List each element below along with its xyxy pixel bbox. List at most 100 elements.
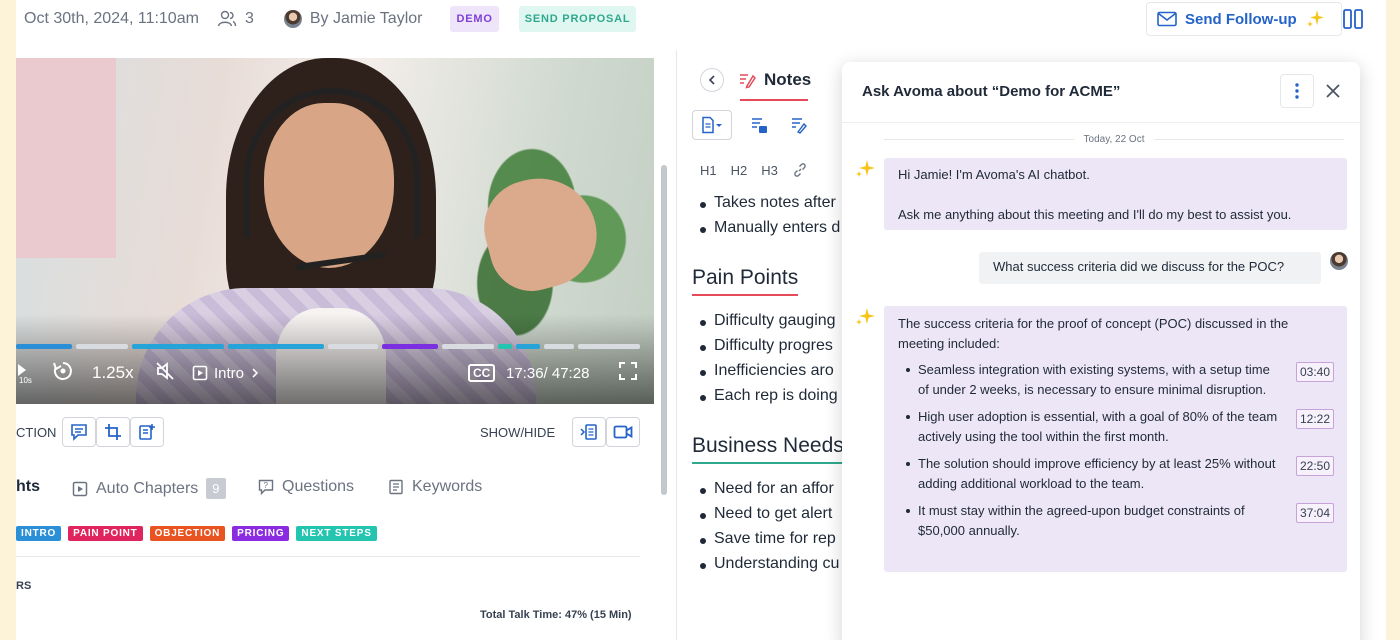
timestamp-link[interactable]: 37:04 (1296, 503, 1334, 523)
tab-highlights-label: hts (16, 478, 40, 495)
tab-highlights[interactable]: hts (16, 478, 40, 496)
criterion-text: The solution should improve efficiency b… (918, 456, 1276, 491)
bot-greeting-line-1: Hi Jamie! I'm Avoma's AI chatbot. (898, 167, 1090, 182)
svg-text:10s: 10s (19, 376, 32, 384)
columns-icon (1343, 9, 1363, 29)
progress-segment (132, 344, 224, 349)
toggle-transcript-button[interactable] (572, 417, 606, 447)
pain-points-section: Pain Points (692, 266, 842, 296)
tab-auto-chapters-label: Auto Chapters (96, 479, 199, 497)
insert-note-button[interactable] (742, 110, 776, 140)
business-needs-heading: Business Needs (692, 434, 842, 464)
timestamp-link[interactable]: 03:40 (1296, 362, 1334, 382)
format-h1-button[interactable]: H1 (700, 163, 717, 178)
attendees[interactable]: 3 (217, 10, 254, 28)
notes-editor[interactable]: Takes notes after Manually enters d Pain… (692, 190, 842, 640)
progress-segment (498, 344, 512, 349)
timestamp-link[interactable]: 22:50 (1296, 456, 1334, 476)
section-divider (16, 556, 640, 557)
replay-icon (53, 361, 72, 380)
list-item: High user adoption is essential, with a … (898, 407, 1335, 447)
tab-questions[interactable]: ? Questions (258, 478, 354, 496)
list-item: Need to get alert (692, 505, 842, 530)
playback-speed[interactable]: 1.25x (92, 363, 134, 383)
fullscreen-button[interactable] (618, 361, 638, 386)
user-question-message: What success criteria did we discuss for… (979, 252, 1321, 284)
list-item: Need for an affor (692, 480, 842, 505)
panel-layout-button[interactable] (1342, 2, 1364, 36)
note-plus-icon (139, 424, 155, 440)
more-vertical-icon (1295, 83, 1299, 99)
notes-tab-label: Notes (764, 70, 812, 89)
bot-greeting-message: Hi Jamie! I'm Avoma's AI chatbot. Ask me… (884, 158, 1347, 230)
link-icon[interactable] (792, 162, 808, 178)
list-lock-icon (752, 118, 767, 133)
format-h2-button[interactable]: H2 (731, 163, 748, 178)
list-item: Understanding cu (692, 555, 842, 580)
clip-button[interactable] (96, 417, 130, 447)
mute-button[interactable] (154, 360, 176, 387)
toggle-video-button[interactable] (606, 417, 640, 447)
list-item: Difficulty progres (692, 337, 842, 362)
topic-chip[interactable]: PAIN POINT (68, 526, 143, 541)
topic-chip[interactable]: INTRO (16, 526, 62, 541)
replay-button[interactable] (52, 360, 74, 387)
chat-close-button[interactable] (1320, 78, 1346, 104)
captions-button[interactable]: CC (468, 364, 496, 382)
chapter-icon (192, 365, 208, 381)
list-item: Inefficiencies aro (692, 362, 842, 387)
chevron-left-icon (708, 75, 715, 85)
collapse-pane-button[interactable] (700, 68, 724, 92)
video-player[interactable]: 10s 1.25x Intro CC 17:36/ 47:28 (16, 58, 654, 404)
chat-more-button[interactable] (1280, 74, 1314, 108)
format-h3-button[interactable]: H3 (761, 163, 778, 178)
transcript-icon (580, 424, 597, 440)
list-item: It must stay within the agreed-upon budg… (898, 501, 1335, 541)
topic-chip[interactable]: OBJECTION (149, 526, 226, 541)
chapter-selector[interactable]: Intro (192, 365, 260, 382)
video-controls: 10s 1.25x Intro CC 17:36/ 47:28 (16, 358, 654, 388)
notes-header: Notes (690, 66, 860, 102)
list-item: Seamless integration with existing syste… (898, 360, 1335, 400)
progress-segment (516, 344, 540, 349)
add-note-button[interactable] (130, 417, 164, 447)
attendee-count: 3 (244, 10, 254, 27)
tag-send-proposal[interactable]: SEND PROPOSAL (518, 6, 637, 32)
playback-time: 17:36/ 47:28 (506, 364, 590, 382)
notes-list-top: Takes notes after Manually enters d (692, 194, 842, 244)
topic-chips: INTRO PAIN POINT OBJECTION PRICING NEXT STEP… (16, 526, 377, 541)
meeting-date: Oct 30th, 2024, 11:10am (24, 10, 199, 27)
rewind-button[interactable]: 10s (16, 360, 38, 387)
criterion-text: It must stay within the agreed-upon budg… (918, 503, 1245, 538)
progress-segment (228, 344, 324, 349)
show-hide-label: SHOW/HIDE (480, 425, 556, 440)
tag-demo[interactable]: DEMO (450, 6, 499, 32)
separator-line (1154, 138, 1344, 140)
date-separator: Today, 22 Oct (884, 132, 1344, 146)
people-icon (217, 10, 237, 27)
comment-button[interactable] (62, 417, 96, 447)
left-pane-scrollbar[interactable] (661, 165, 667, 495)
template-dropdown[interactable] (692, 110, 732, 140)
ai-sparkle-icon (856, 160, 875, 177)
bot-greeting-line-2: Ask me anything about this meeting and I… (898, 207, 1292, 222)
progress-segment (578, 344, 640, 349)
topic-chip[interactable]: PRICING (232, 526, 290, 541)
video-progress-bar[interactable] (16, 344, 640, 349)
notes-toolbar (690, 108, 860, 144)
sparkle-icon (1306, 10, 1324, 27)
tab-notes[interactable]: Notes (738, 70, 811, 90)
tab-keywords[interactable]: Keywords (388, 478, 482, 496)
separator-line (884, 138, 1074, 140)
video-background-window (16, 58, 116, 258)
close-icon (1326, 84, 1340, 98)
tab-auto-chapters[interactable]: Auto Chapters 9 (72, 478, 226, 499)
app-frame: Oct 30th, 2024, 11:10am 3 By Jamie Taylo… (16, 0, 1386, 640)
edit-notes-button[interactable] (782, 110, 816, 140)
timestamp-link[interactable]: 12:22 (1296, 409, 1334, 429)
send-followup-button[interactable]: Send Follow-up (1146, 2, 1342, 36)
question-bubble-icon: ? (258, 479, 274, 495)
topic-chip[interactable]: NEXT STEPS (296, 526, 377, 541)
speakers-section-label: RS (16, 580, 32, 592)
answer-intro: The success criteria for the proof of co… (898, 316, 1289, 351)
